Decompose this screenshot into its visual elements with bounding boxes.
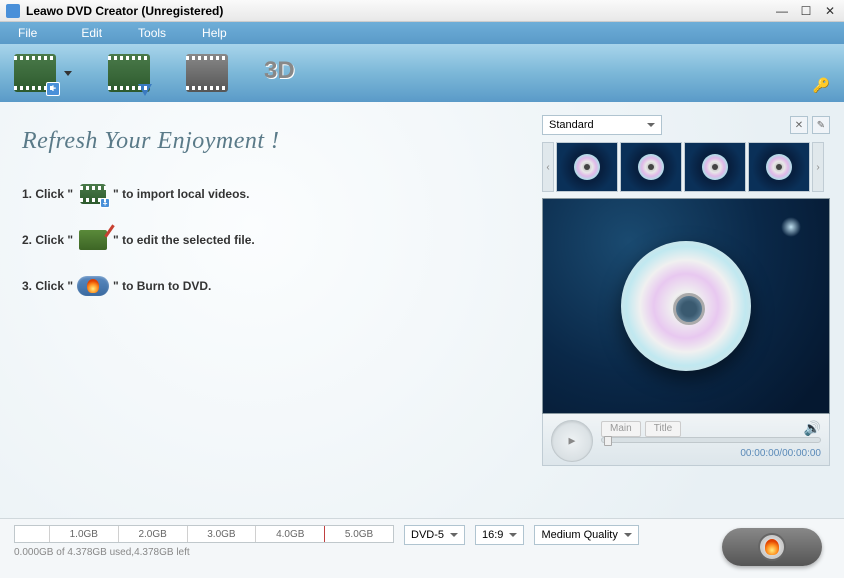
step-1: 1. Click " + " to import local videos. (22, 181, 520, 207)
edit-icon (77, 227, 109, 253)
burn-disc-icon (758, 533, 786, 561)
film-edit-icon (186, 54, 228, 92)
thumb-next-button[interactable]: › (812, 142, 824, 192)
template-thumb-1[interactable] (556, 142, 618, 192)
template-bar: Standard ✕ ✎ (542, 114, 830, 136)
menubar: File Edit Tools Help (0, 22, 844, 44)
register-key-icon[interactable]: 🔑 (813, 77, 830, 94)
chevron-down-icon (647, 123, 655, 127)
template-selected: Standard (549, 119, 594, 131)
add-video-button[interactable]: + (14, 54, 72, 92)
template-dropdown[interactable]: Standard (542, 115, 662, 135)
step2-text-a: 2. Click " (22, 233, 73, 247)
menu-edit[interactable]: Edit (63, 26, 120, 40)
chevron-down-icon[interactable] (64, 71, 72, 76)
footer: 1.0GB 2.0GB 3.0GB 4.0GB 5.0GB 0.000GB of… (0, 518, 844, 578)
welcome-heading: Refresh Your Enjoyment ! (22, 128, 520, 155)
chevron-down-icon (450, 533, 458, 537)
template-delete-button[interactable]: ✕ (790, 116, 808, 134)
disc-type-select[interactable]: DVD-5 (404, 525, 465, 545)
template-edit-button[interactable]: ✎ (812, 116, 830, 134)
quality-value: Medium Quality (541, 529, 617, 541)
thumb-prev-button[interactable]: ‹ (542, 142, 554, 192)
content-area: Refresh Your Enjoyment ! 1. Click " + " … (0, 102, 844, 518)
playback-controls: Main Title 🔊 00:00:00/00:00:00 (542, 414, 830, 466)
quality-select[interactable]: Medium Quality (534, 525, 638, 545)
main-menu-button[interactable]: Main (601, 421, 641, 437)
film-download-icon (108, 54, 150, 92)
toolbar: + 3D 🔑 (0, 44, 844, 102)
burn-button[interactable] (722, 528, 822, 566)
step3-text-a: 3. Click " (22, 279, 73, 293)
flare-decoration (781, 217, 801, 237)
cap-seg-0 (15, 526, 50, 542)
main-pane: Refresh Your Enjoyment ! 1. Click " + " … (14, 114, 528, 506)
capacity-meter: 1.0GB 2.0GB 3.0GB 4.0GB 5.0GB 0.000GB of… (14, 525, 394, 558)
step-2: 2. Click " " to edit the selected file. (22, 227, 520, 253)
menu-tools[interactable]: Tools (120, 26, 184, 40)
step-3: 3. Click " " to Burn to DVD. (22, 273, 520, 299)
seek-slider[interactable] (601, 437, 821, 443)
close-button[interactable]: ✕ (822, 4, 838, 18)
chevron-down-icon (509, 533, 517, 537)
import-icon: + (77, 181, 109, 207)
capacity-bar: 1.0GB 2.0GB 3.0GB 4.0GB 5.0GB (14, 525, 394, 543)
download-button[interactable] (108, 54, 150, 92)
burn-icon (77, 273, 109, 299)
cap-seg-2: 2.0GB (119, 526, 188, 542)
titlebar: Leawo DVD Creator (Unregistered) — ☐ ✕ (0, 0, 844, 22)
3d-button[interactable]: 3D (264, 57, 295, 85)
step1-text-a: 1. Click " (22, 187, 73, 201)
nav-wheel[interactable] (551, 420, 593, 462)
template-thumb-4[interactable] (748, 142, 810, 192)
preview-panel (542, 198, 830, 414)
minimize-button[interactable]: — (774, 4, 790, 18)
chevron-down-icon (624, 533, 632, 537)
cap-seg-4: 4.0GB (256, 526, 325, 542)
film-add-icon: + (14, 54, 56, 92)
disc-icon (621, 241, 751, 371)
cap-seg-1: 1.0GB (50, 526, 119, 542)
capacity-status: 0.000GB of 4.378GB used,4.378GB left (14, 547, 394, 558)
step1-text-b: " to import local videos. (113, 187, 249, 201)
maximize-button[interactable]: ☐ (798, 4, 814, 18)
aspect-value: 16:9 (482, 529, 503, 541)
disc-type-value: DVD-5 (411, 529, 444, 541)
cap-seg-5: 5.0GB (325, 526, 393, 542)
menu-file[interactable]: File (10, 26, 63, 40)
cap-seg-3: 3.0GB (188, 526, 257, 542)
template-thumb-2[interactable] (620, 142, 682, 192)
template-thumb-3[interactable] (684, 142, 746, 192)
aspect-select[interactable]: 16:9 (475, 525, 524, 545)
step2-text-b: " to edit the selected file. (113, 233, 255, 247)
title-menu-button[interactable]: Title (645, 421, 682, 437)
app-icon (6, 4, 20, 18)
window-title: Leawo DVD Creator (Unregistered) (26, 4, 766, 18)
timecode: 00:00:00/00:00:00 (740, 448, 821, 459)
volume-icon[interactable]: 🔊 (804, 420, 821, 437)
step3-text-b: " to Burn to DVD. (113, 279, 211, 293)
menu-help[interactable]: Help (184, 26, 245, 40)
right-pane: Standard ✕ ✎ ‹ › Main Title (542, 114, 830, 506)
edit-video-button[interactable] (186, 54, 228, 92)
template-thumbnails: ‹ › (542, 142, 830, 192)
